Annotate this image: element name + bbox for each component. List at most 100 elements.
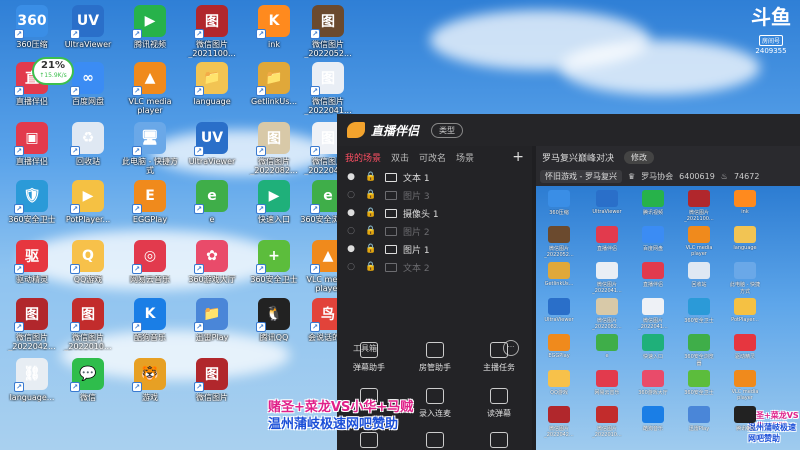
desktop-icon[interactable]: E ↗ EGGPlay xyxy=(120,180,180,242)
desktop-icon[interactable]: 🛡 ↗ 360安全卫士 xyxy=(2,180,62,242)
fan-count: 74672 xyxy=(733,171,760,181)
source-item[interactable]: ○ 🔒 图片 2 xyxy=(337,222,532,240)
tool-item[interactable] xyxy=(341,432,397,450)
desktop-icon[interactable]: 图 ↗ 微信图片_2022082... xyxy=(244,122,304,184)
desktop-icon[interactable]: 图 ↗ 微信图片_2022052... xyxy=(298,5,358,67)
shortcut-arrow-icon: ↗ xyxy=(132,204,142,214)
preview-icon-label: e xyxy=(605,353,609,359)
desktop-icon-label: VLC media player xyxy=(128,97,172,115)
lock-icon[interactable]: 🔒 xyxy=(365,262,377,272)
desktop-icon[interactable]: ▶ ↗ 快速入口 xyxy=(244,180,304,242)
tool-item[interactable]: 弹幕助手 xyxy=(341,342,397,373)
desktop-icon[interactable]: 📁 ↗ GetlinkUs... xyxy=(244,62,304,124)
desktop-icon[interactable]: 图 ↗ 微信图片_2022042... xyxy=(2,298,62,360)
source-item[interactable]: ● 🔒 图片 1 xyxy=(337,240,532,258)
desktop-icon[interactable]: 图 ↗ 微信图片_2022010... xyxy=(58,298,118,360)
tab-scene[interactable]: 场景 xyxy=(456,151,474,164)
tab-double-click[interactable]: 双击 xyxy=(391,151,409,164)
desktop-icon[interactable]: 📁 ↗ language xyxy=(182,62,242,124)
preview-icon xyxy=(596,298,618,315)
edit-title-button[interactable]: 修改 xyxy=(624,150,655,164)
preview-icon xyxy=(548,370,570,387)
lock-icon[interactable]: 🔒 xyxy=(365,244,377,254)
desktop-icon[interactable]: 🐯 ↗ 游戏 xyxy=(120,358,180,420)
eye-icon[interactable]: ● xyxy=(345,244,357,254)
category-chip[interactable]: 怀旧游戏 - 罗马复兴 xyxy=(540,169,622,183)
desktop-icon[interactable]: K ↗ 酷狗音乐 xyxy=(120,298,180,360)
desktop-icon[interactable]: ✿ ↗ 360游戏大厅 xyxy=(182,240,242,302)
app-icon: 🐧 ↗ xyxy=(256,298,290,332)
desktop-icon[interactable]: 🐧 ↗ 腾讯QQ xyxy=(244,298,304,360)
desktop-icon[interactable]: UV ↗ UltraViewer xyxy=(58,5,118,67)
stream-preview[interactable]: 赌圣+菜龙VS小华+马贼 温州蒲岐极速网吧赞助 360压缩 UltraViewer… xyxy=(536,186,800,450)
desktop-icon[interactable]: 图 ↗ 微信图片_2021100... xyxy=(182,5,242,67)
desktop-icon-label: 360安全卫士 xyxy=(250,275,298,284)
tab-my-scenes[interactable]: 我的场景 xyxy=(345,151,381,164)
cpu-percent: 21% xyxy=(41,60,65,71)
desktop-icon[interactable]: 驱 ↗ 驱动精灵 xyxy=(2,240,62,302)
add-scene-icon[interactable]: + xyxy=(512,149,524,165)
eye-hidden-icon[interactable]: ○ xyxy=(345,226,357,236)
shortcut-arrow-icon: ↗ xyxy=(310,322,320,332)
desktop-icon-label: 直播伴侣 xyxy=(16,157,48,166)
desktop-icon[interactable]: UV ↗ UltraViewer xyxy=(182,122,242,184)
desktop-icon[interactable]: K ↗ ink xyxy=(244,5,304,67)
tool-item[interactable]: 读弹幕 xyxy=(471,388,527,419)
lock-icon[interactable]: 🔒 xyxy=(365,190,377,200)
source-item[interactable]: ○ 🔒 图片 3 xyxy=(337,186,532,204)
shortcut-arrow-icon: ↗ xyxy=(194,204,204,214)
tool-item[interactable]: 主播任务 xyxy=(471,342,527,373)
shortcut-arrow-icon: ↗ xyxy=(310,146,320,156)
tool-item[interactable] xyxy=(471,432,527,450)
tool-item[interactable] xyxy=(407,432,463,450)
tool-item[interactable]: 房管助手 xyxy=(407,342,463,373)
shortcut-arrow-icon: ↗ xyxy=(310,204,320,214)
eye-icon[interactable]: ● xyxy=(345,172,357,182)
lock-icon[interactable]: 🔒 xyxy=(365,172,377,182)
source-item[interactable]: ● 🔒 文本 1 xyxy=(337,168,532,186)
shortcut-arrow-icon: ↗ xyxy=(132,146,142,156)
shortcut-arrow-icon: ↗ xyxy=(194,146,204,156)
preview-icon-label: 360游戏大厅 xyxy=(638,390,668,396)
desktop-icon[interactable]: 💬 ↗ 微信 xyxy=(58,358,118,420)
desktop-icon[interactable]: ♻ ↗ 回收站 xyxy=(58,122,118,184)
tool-item[interactable]: 录入连麦 xyxy=(407,388,463,419)
lock-icon[interactable]: 🔒 xyxy=(365,226,377,236)
desktop-icon[interactable]: ▶ ↗ PotPlayer... xyxy=(58,180,118,242)
eye-hidden-icon[interactable]: ○ xyxy=(345,262,357,272)
desktop-icon[interactable]: + ↗ 360安全卫士 xyxy=(244,240,304,302)
desktop-icon[interactable]: ⛓ ↗ language... xyxy=(2,358,62,420)
app-icon: 📁 ↗ xyxy=(194,298,228,332)
tool-icon xyxy=(426,432,444,448)
desktop-icon[interactable]: 图 ↗ 微信图片 xyxy=(182,358,242,420)
source-item[interactable]: ● 🔒 摄像头 1 xyxy=(337,204,532,222)
text-source-icon xyxy=(385,262,397,272)
desktop-icon[interactable]: e ↗ e xyxy=(182,180,242,242)
app-icon: ✿ ↗ xyxy=(194,240,228,274)
eye-icon[interactable]: ● xyxy=(345,208,357,218)
desktop-icon[interactable]: ▶ ↗ 腾讯视频 xyxy=(120,5,180,67)
tab-rename[interactable]: 可改名 xyxy=(419,151,446,164)
shortcut-arrow-icon: ↗ xyxy=(132,382,142,392)
desktop-icon[interactable]: ▲ ↗ VLC media player xyxy=(120,62,180,124)
shortcut-arrow-icon: ↗ xyxy=(70,29,80,39)
desktop-icon-label: e xyxy=(209,215,215,224)
type-button[interactable]: 类型 xyxy=(431,122,464,138)
shortcut-arrow-icon: ↗ xyxy=(14,29,24,39)
lock-icon[interactable]: 🔒 xyxy=(365,208,377,218)
preview-icon-label: 腾讯QQ xyxy=(736,426,754,432)
source-item[interactable]: ○ 🔒 文本 2 xyxy=(337,258,532,276)
desktop-icon[interactable]: Q ↗ QQ游戏 xyxy=(58,240,118,302)
desktop-icon[interactable]: ▣ ↗ 直播伴侣 xyxy=(2,122,62,184)
tool-icon xyxy=(490,432,508,448)
eye-hidden-icon[interactable]: ○ xyxy=(345,190,357,200)
preview-icon xyxy=(642,226,664,243)
preview-icon xyxy=(548,298,570,315)
network-speed-widget[interactable]: 21% ↑15.9K/s xyxy=(32,57,74,85)
corner-logo: 斗鱼 房间号 2409355 xyxy=(748,6,794,55)
stream-info-row: 怀旧游戏 - 罗马复兴 ♛ 罗马协会 6400619 ♨ 74672 xyxy=(536,168,800,184)
desktop-icon[interactable]: 🖥 ↗ 此电脑 - 快捷方式 xyxy=(120,122,180,184)
desktop-icon[interactable]: ◎ ↗ 网易云音乐 xyxy=(120,240,180,302)
desktop-icon[interactable]: 📁 ↗ 迅雷Play xyxy=(182,298,242,360)
preview-icon xyxy=(596,334,618,351)
